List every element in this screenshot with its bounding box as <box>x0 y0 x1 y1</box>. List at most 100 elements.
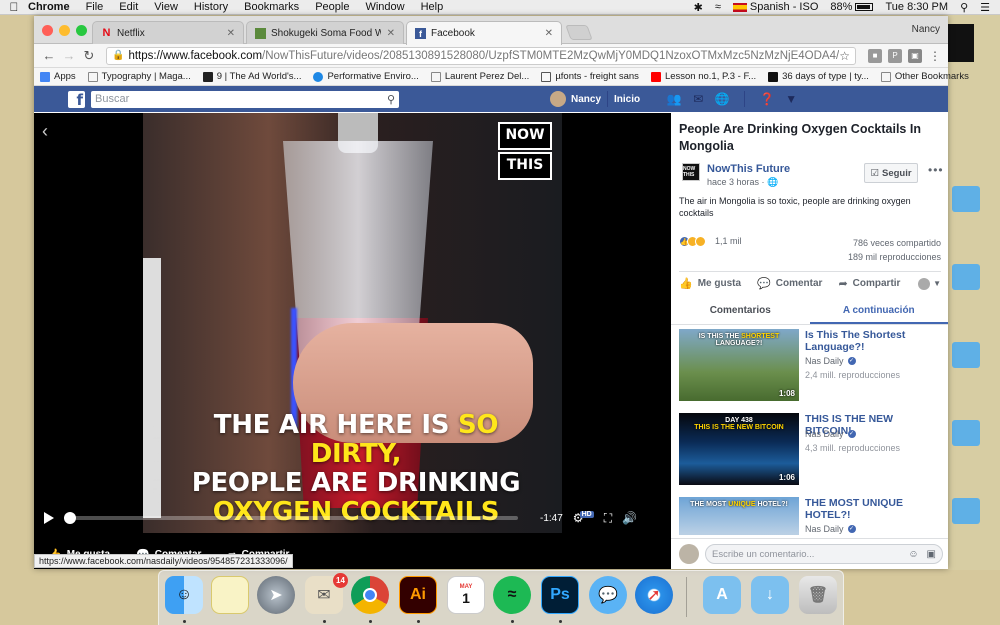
list-item[interactable]: DAY 438 THIS IS THE NEW BITCOIN 1:06 THIS… <box>679 413 941 491</box>
close-tab-icon[interactable]: ✕ <box>545 28 553 39</box>
desktop-folder-icon[interactable] <box>952 342 980 368</box>
bookmark-item[interactable]: Typography | Maga... <box>87 71 191 82</box>
share-count[interactable]: 786 veces compartido <box>848 236 941 250</box>
address-bar[interactable]: 🔒 https://www.facebook.com /NowThisFutur… <box>106 46 856 65</box>
comment-input[interactable]: Escribe un comentario... ☺ ▣ <box>705 544 943 564</box>
desktop-folder-icon[interactable] <box>952 498 980 524</box>
tab-shokugeki[interactable]: Shokugeki Soma Food Wars Re ✕ <box>246 21 404 44</box>
bookmark-item[interactable]: Lesson no.1, P.3 - F... <box>650 71 756 82</box>
menu-edit[interactable]: Edit <box>119 1 138 13</box>
notifications-globe-icon[interactable]: 🌐 <box>714 91 730 107</box>
zoom-window-button[interactable] <box>76 25 87 36</box>
menu-window[interactable]: Window <box>365 1 404 13</box>
menu-people[interactable]: People <box>315 1 349 13</box>
forward-icon[interactable]: → <box>60 48 78 63</box>
reaction-icons[interactable]: 👍 <box>679 236 706 247</box>
friend-requests-icon[interactable]: 👥 <box>666 91 682 107</box>
channel-name[interactable]: Nas Daily ✓ <box>805 429 856 439</box>
new-tab-button[interactable] <box>565 25 593 40</box>
finder-icon[interactable]: ☺ <box>165 576 203 614</box>
input-source[interactable]: Spanish - ISO <box>732 1 818 13</box>
tab-netflix[interactable]: N Netflix ✕ <box>92 21 244 44</box>
desktop-folder-icon[interactable] <box>952 264 980 290</box>
tab-comments[interactable]: Comentarios <box>671 299 810 324</box>
battery-status[interactable]: 88% <box>830 1 874 13</box>
apple-menu-icon[interactable]:  <box>0 0 28 14</box>
kebab-menu-icon[interactable]: ⋮ <box>928 49 942 63</box>
home-link[interactable]: Inicio <box>614 94 640 105</box>
page-avatar[interactable]: NOW THIS <box>682 163 700 181</box>
extension-icon[interactable]: ▣ <box>908 48 922 63</box>
trash-icon[interactable]: 🗑 <box>799 576 837 614</box>
clock[interactable]: Tue 8:30 PM <box>885 1 948 13</box>
more-options-icon[interactable]: ••• <box>928 163 944 177</box>
extension-icon[interactable]: P <box>888 48 902 63</box>
back-chevron-icon[interactable]: ‹ <box>42 121 48 142</box>
avatar[interactable] <box>550 91 566 107</box>
spotify-icon[interactable]: ≈ <box>493 576 531 614</box>
scrubber-handle[interactable] <box>64 512 76 524</box>
facebook-search-input[interactable]: Buscar ⚲ <box>91 90 399 108</box>
help-icon[interactable]: ❓ <box>759 91 775 107</box>
extension-icon[interactable]: ■ <box>868 48 882 63</box>
launchpad-rocket-icon[interactable]: ➤ <box>257 576 295 614</box>
tab-up-next[interactable]: A continuación <box>809 299 948 324</box>
tab-facebook[interactable]: f Facebook ✕ <box>406 21 562 45</box>
bookmark-star-icon[interactable]: ☆ <box>839 49 850 63</box>
notification-center-icon[interactable]: ☰ <box>980 1 990 14</box>
video-player[interactable]: ‹ NOW THIS SOURCE: AFP THE AIR HERE IS S… <box>34 113 671 540</box>
video-title-link[interactable]: THE MOST UNIQUE HOTEL?! <box>805 497 941 521</box>
close-window-button[interactable] <box>42 25 53 36</box>
wifi-icon[interactable]: ≈ <box>715 1 721 13</box>
video-thumbnail[interactable]: DAY 438 THIS IS THE NEW BITCOIN 1:06 <box>679 413 799 485</box>
search-icon[interactable]: ⚲ <box>387 93 395 106</box>
page-name-link[interactable]: NowThis Future <box>707 163 790 175</box>
bookmark-item[interactable]: Performative Enviro... <box>313 71 419 82</box>
menu-file[interactable]: File <box>86 1 104 13</box>
bluetooth-icon[interactable]: ✱ <box>694 1 703 14</box>
list-item[interactable]: THE MOST UNIQUE HOTEL?! THE MOST UNIQUE … <box>679 497 941 535</box>
account-menu-chevron-icon[interactable]: ▼ <box>783 91 799 107</box>
comment-button[interactable]: 💬 Comentar <box>757 277 822 290</box>
desktop-file-thumbnail[interactable] <box>948 24 974 62</box>
illustrator-icon[interactable]: Ai <box>399 576 437 614</box>
chrome-icon[interactable] <box>351 576 389 614</box>
profile-link[interactable]: Nancy <box>571 94 601 105</box>
close-tab-icon[interactable]: ✕ <box>387 28 395 39</box>
notes-icon[interactable] <box>211 576 249 614</box>
reload-icon[interactable]: ↻ <box>80 48 98 64</box>
post-as-avatar[interactable] <box>918 277 931 290</box>
post-time[interactable]: hace 3 horas · 🌐 <box>707 177 778 188</box>
play-icon[interactable] <box>44 512 54 524</box>
minimize-window-button[interactable] <box>59 25 70 36</box>
bookmark-item[interactable]: Laurent Perez Del... <box>430 71 529 82</box>
like-button[interactable]: 👍 Me gusta <box>679 277 741 290</box>
menu-history[interactable]: History <box>194 1 228 13</box>
video-title-link[interactable]: Is This The Shortest Language?! <box>805 329 941 353</box>
menu-bookmarks[interactable]: Bookmarks <box>244 1 299 13</box>
follow-button[interactable]: ☑ Seguir <box>864 163 918 183</box>
channel-name[interactable]: Nas Daily ✓ <box>805 524 856 534</box>
downloads-folder-icon[interactable]: ↓ <box>751 576 789 614</box>
share-button[interactable]: ➦ Compartir <box>838 277 900 290</box>
close-tab-icon[interactable]: ✕ <box>227 28 235 39</box>
video-thumbnail[interactable]: IS THIS THE SHORTEST LANGUAGE?! 1:08 <box>679 329 799 401</box>
photoshop-icon[interactable]: Ps <box>541 576 579 614</box>
safari-compass-icon[interactable]: ➚ <box>635 576 673 614</box>
messenger-icon[interactable]: ✉ <box>690 91 706 107</box>
bookmark-item[interactable]: µfonts - freight sans <box>541 71 639 82</box>
menu-help[interactable]: Help <box>421 1 444 13</box>
other-bookmarks[interactable]: Other Bookmarks <box>880 71 969 82</box>
menu-app-name[interactable]: Chrome <box>28 1 70 13</box>
emoji-icon[interactable]: ☺ <box>908 549 918 560</box>
channel-name[interactable]: Nas Daily ✓ <box>805 356 856 366</box>
desktop-folder-icon[interactable] <box>952 186 980 212</box>
messages-icon[interactable]: 💬 <box>589 576 627 614</box>
calendar-icon[interactable]: MAY 1 <box>447 576 485 614</box>
settings-gear-icon[interactable]: ⚙ HD <box>573 510 594 525</box>
bookmark-item[interactable]: 9 | The Ad World's... <box>202 71 301 82</box>
reaction-count[interactable]: 1,1 mil <box>715 236 742 246</box>
applications-folder-icon[interactable]: A <box>703 576 741 614</box>
video-progress-bar[interactable] <box>64 512 518 524</box>
fullscreen-icon[interactable]: ⛶ <box>604 511 612 526</box>
